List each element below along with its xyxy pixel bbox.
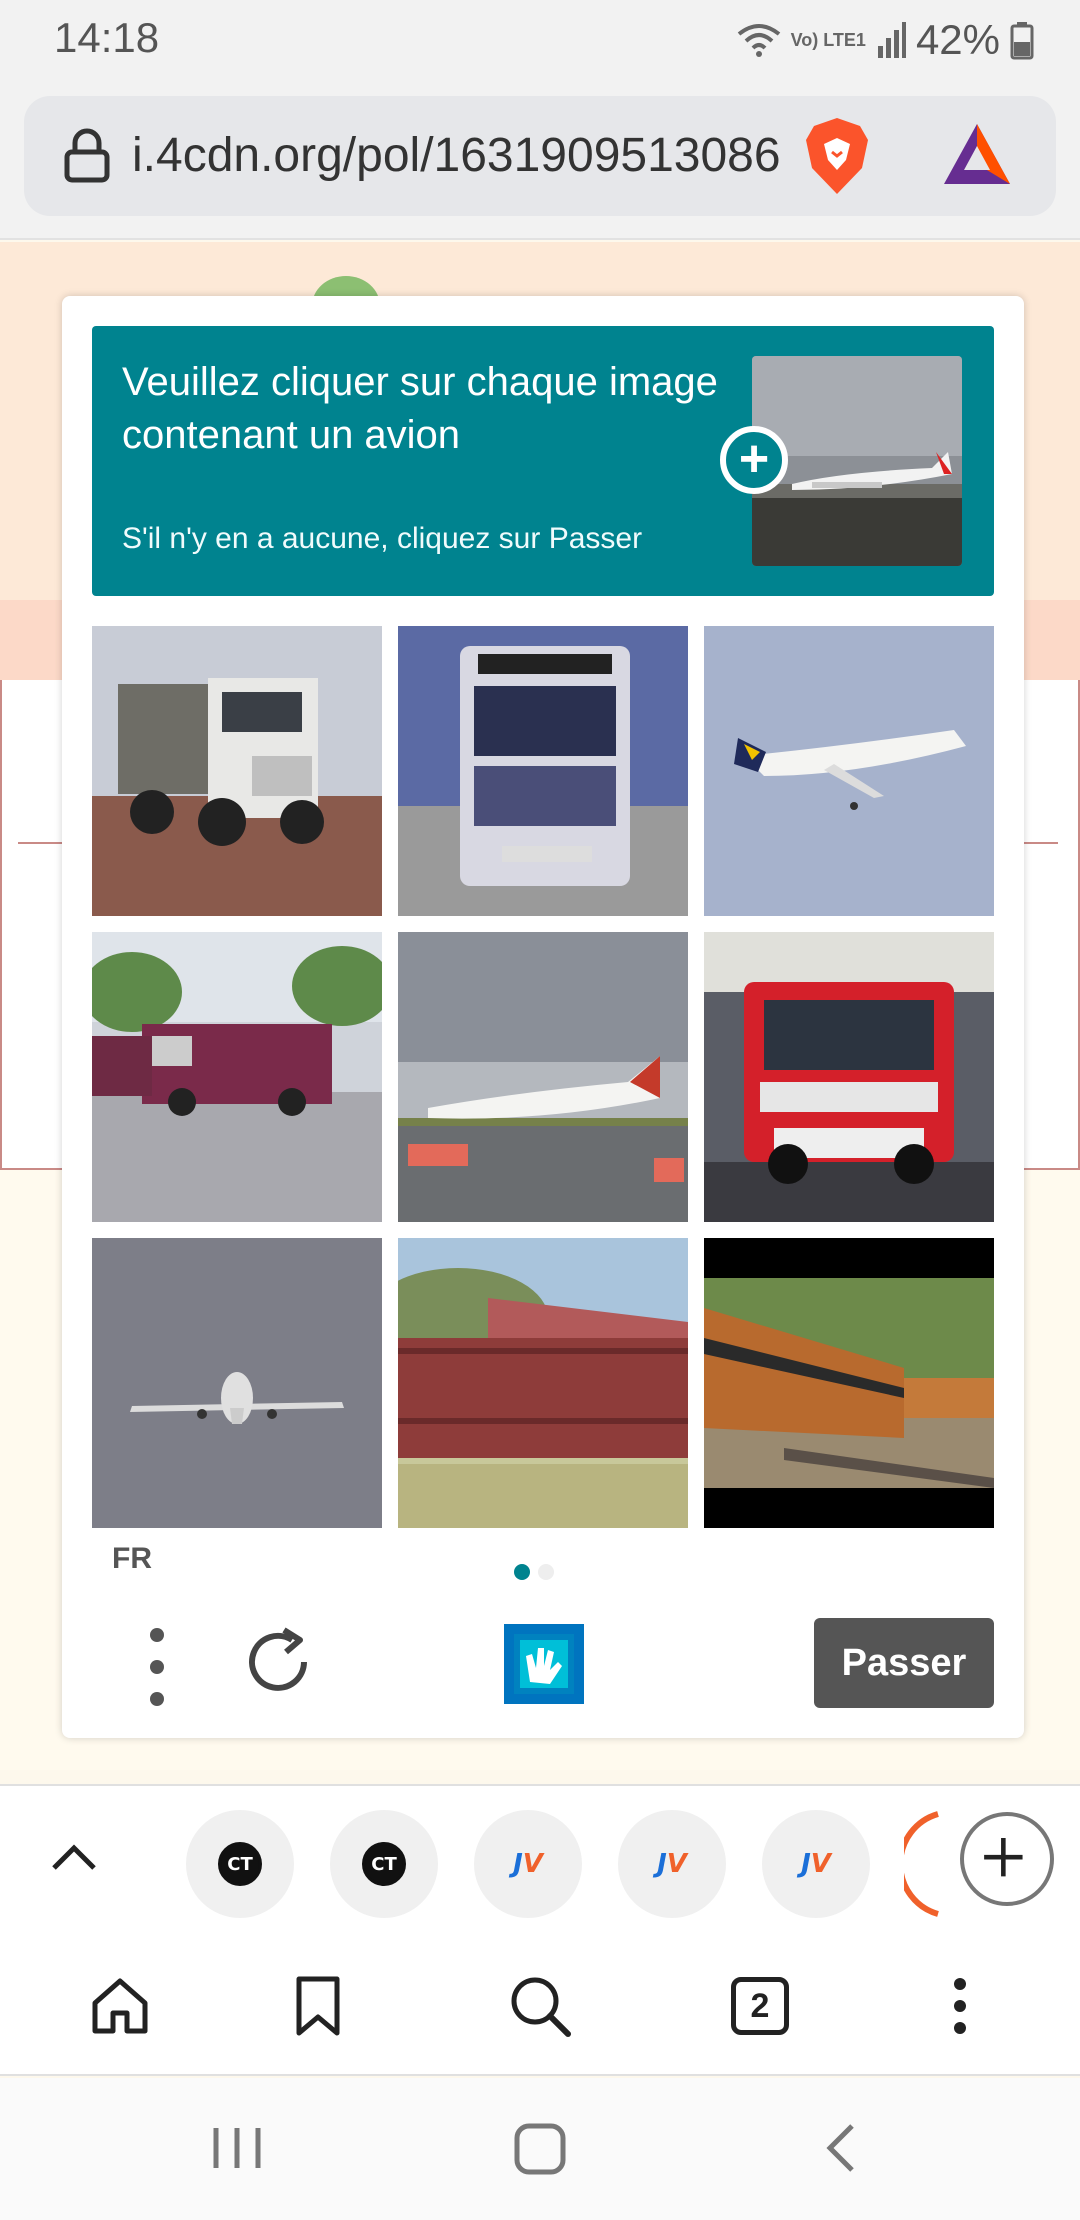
network-type-label: Vo) LTE1: [790, 30, 866, 50]
grid-image-9[interactable]: [704, 1238, 994, 1528]
menu-button[interactable]: [132, 1622, 182, 1712]
menu-dot: [150, 1692, 164, 1706]
language-selector[interactable]: FR: [112, 1542, 152, 1576]
tabs-button[interactable]: 2: [720, 1966, 800, 2046]
grid-image-7[interactable]: [92, 1238, 382, 1528]
home-button[interactable]: [80, 1966, 160, 2046]
image-grid: [92, 626, 994, 1528]
more-icon: [954, 1978, 966, 2034]
challenge-prompt: Veuillez cliquer sur chaque image conten…: [92, 326, 994, 596]
tab-thumbnail[interactable]: JV: [762, 1810, 870, 1918]
address-bar[interactable]: i.4cdn.org/pol/1631909513086: [24, 96, 1056, 216]
home-icon: [92, 1978, 148, 2034]
tab-thumbnail[interactable]: CT: [186, 1810, 294, 1918]
status-time: 14:18: [54, 14, 160, 61]
tab-thumbnail[interactable]: CT: [330, 1810, 438, 1918]
prompt-title: Veuillez cliquer sur chaque image conten…: [122, 360, 718, 457]
battery-percent: 42%: [915, 16, 1000, 63]
bat-rewards-icon[interactable]: [942, 122, 1012, 188]
refresh-icon[interactable]: [238, 1622, 318, 1702]
tab-strip: CT CT JV JV JV: [0, 1784, 1080, 1944]
tab-count: 2: [731, 1977, 789, 2035]
example-plus-icon[interactable]: +: [720, 426, 788, 494]
home-button-icon[interactable]: [512, 2118, 568, 2178]
hcaptcha-challenge: Veuillez cliquer sur chaque image conten…: [62, 296, 1024, 1738]
more-options-button[interactable]: [920, 1966, 1000, 2046]
chevron-up-icon[interactable]: [48, 1832, 100, 1884]
page-indicator: [514, 1564, 554, 1580]
recent-apps-icon[interactable]: [210, 2118, 264, 2178]
status-bar: 14:18 Vo) LTE1 42%: [0, 0, 1080, 84]
tab-thumbnail-partial[interactable]: [904, 1810, 944, 1918]
bookmark-icon: [296, 1976, 340, 2036]
jv-icon: JV: [801, 1849, 831, 1879]
jv-icon: JV: [513, 1849, 543, 1879]
browser-bottom-nav: 2: [0, 1944, 1080, 2076]
page-dot-1: [514, 1564, 530, 1580]
tab-thumbnail[interactable]: JV: [618, 1810, 726, 1918]
back-icon[interactable]: [822, 2118, 862, 2178]
search-icon: [511, 1977, 571, 2037]
grid-image-2[interactable]: [398, 626, 688, 916]
lock-icon: [64, 128, 110, 183]
new-tab-plus-icon[interactable]: [960, 1812, 1054, 1906]
grid-image-3[interactable]: [704, 626, 994, 916]
grid-image-5[interactable]: [398, 932, 688, 1222]
jv-icon: JV: [657, 1849, 687, 1879]
ct-icon: CT: [218, 1842, 262, 1886]
browser-toolbar: i.4cdn.org/pol/1631909513086: [0, 84, 1080, 240]
signal-icon: [877, 22, 906, 58]
brave-shields-icon[interactable]: [802, 116, 872, 196]
grid-image-6[interactable]: [704, 932, 994, 1222]
grid-image-1[interactable]: [92, 626, 382, 916]
menu-dot: [150, 1628, 164, 1642]
page-dot-2: [538, 1564, 554, 1580]
search-button[interactable]: [500, 1966, 580, 2046]
system-navigation-bar: [0, 2078, 1080, 2220]
url-text[interactable]: i.4cdn.org/pol/1631909513086: [132, 128, 794, 183]
hcaptcha-logo-icon: [504, 1624, 584, 1704]
tab-thumbnail[interactable]: JV: [474, 1810, 582, 1918]
grid-image-8[interactable]: [398, 1238, 688, 1528]
prompt-subtitle: S'il n'y en a aucune, cliquez sur Passer: [122, 522, 643, 555]
bookmarks-button[interactable]: [278, 1966, 358, 2046]
wifi-icon: [737, 24, 780, 57]
grid-image-4[interactable]: [92, 932, 382, 1222]
skip-button[interactable]: Passer: [814, 1618, 994, 1708]
menu-dot: [150, 1660, 164, 1674]
ct-icon: CT: [362, 1842, 406, 1886]
battery-icon: [1010, 22, 1034, 60]
